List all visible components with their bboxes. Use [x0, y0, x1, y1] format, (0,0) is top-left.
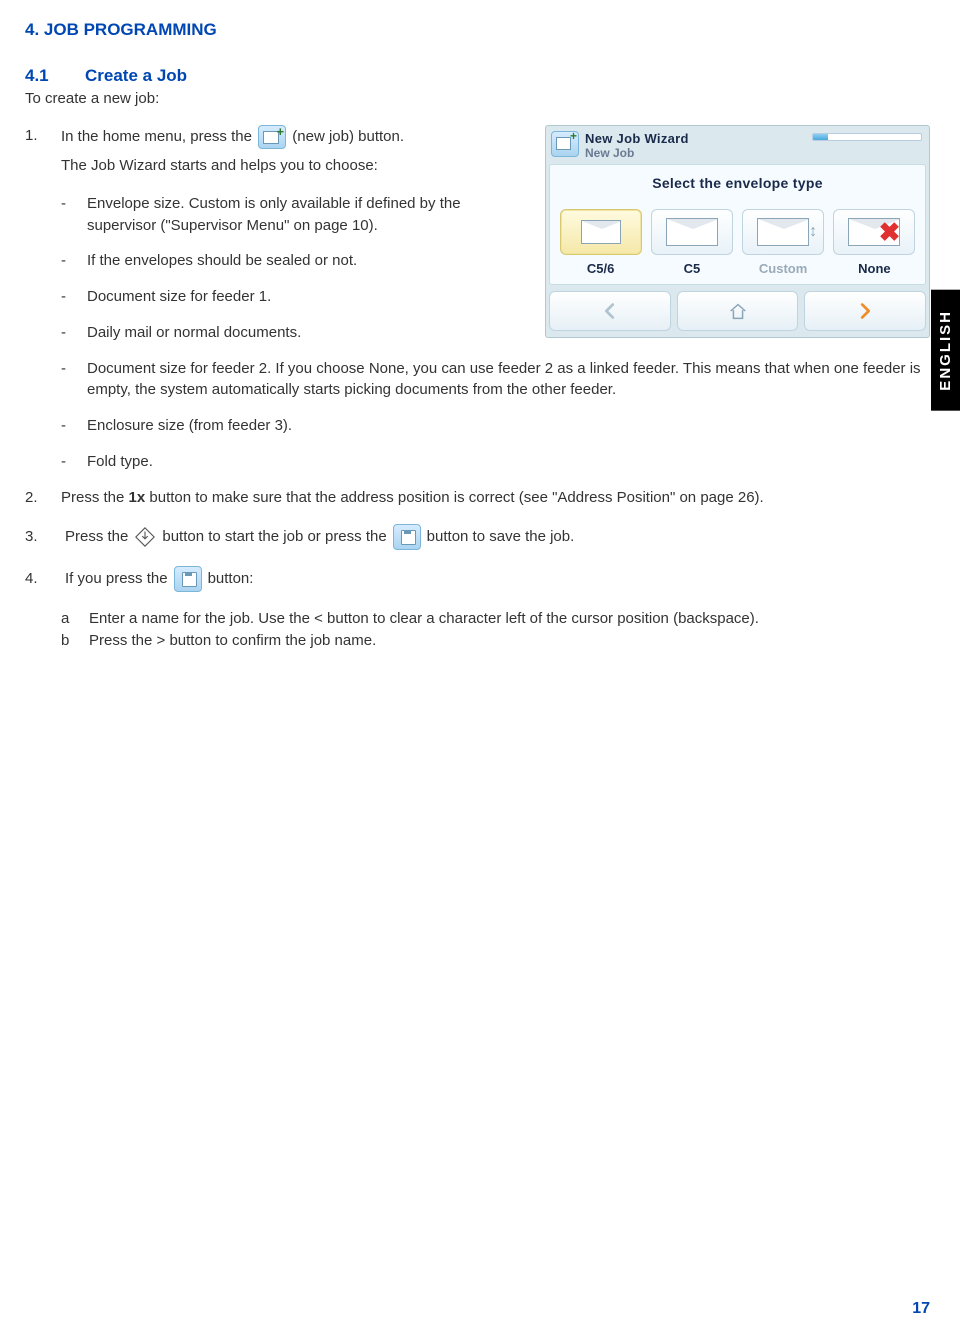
step1-text-b: (new job) button.	[292, 128, 404, 145]
save-icon	[393, 524, 421, 550]
envelope-icon	[581, 220, 621, 244]
page-number: 17	[912, 1300, 930, 1318]
step-number: 2.	[25, 487, 61, 509]
x-icon: ✖	[879, 217, 901, 248]
step-number: 1.	[25, 125, 61, 147]
wizard-subtitle: New Job	[585, 146, 812, 160]
start-icon	[134, 526, 156, 548]
bullet-feeder2: Document size for feeder 2. If you choos…	[87, 358, 930, 402]
wizard-new-job-icon	[551, 131, 579, 157]
step2-text-a: Press the	[61, 489, 129, 506]
step4-text-b: button:	[208, 568, 254, 590]
wizard-title: New Job Wizard	[585, 131, 812, 146]
chevron-right-icon	[854, 300, 876, 322]
subsection-title: Create a Job	[85, 66, 187, 85]
step4-sub-a: Enter a name for the job. Use the < butt…	[89, 608, 930, 630]
wizard-progress-bar	[812, 133, 922, 141]
wizard-screenshot: New Job Wizard New Job Select the envelo…	[545, 125, 930, 338]
envelope-option-custom[interactable]: ↕	[742, 209, 824, 255]
section-heading: 4. JOB PROGRAMMING	[25, 20, 930, 40]
bullet-fold: Fold type.	[87, 451, 930, 473]
step2-bold: 1x	[129, 489, 146, 506]
wizard-prompt: Select the envelope type	[556, 175, 919, 191]
bullet-feeder1: Document size for feeder 1.	[87, 286, 465, 308]
resize-arrow-icon: ↕	[809, 223, 817, 241]
bullet-sealed: If the envelopes should be sealed or not…	[87, 250, 465, 272]
step2-text-b: button to make sure that the address pos…	[145, 489, 764, 506]
substep-letter: b	[61, 630, 89, 652]
step1-text-a: In the home menu, press the	[61, 128, 252, 145]
step4-sub-b: Press the > button to confirm the job na…	[89, 630, 930, 652]
wizard-next-button[interactable]	[804, 291, 926, 331]
envelope-option-c5[interactable]	[651, 209, 733, 255]
intro-text: To create a new job:	[25, 90, 930, 107]
envelope-label-c56: C5/6	[558, 261, 643, 276]
envelope-label-c5: C5	[649, 261, 734, 276]
bullet-enclosure: Enclosure size (from feeder 3).	[87, 415, 930, 437]
envelope-label-none: None	[832, 261, 917, 276]
substep-letter: a	[61, 608, 89, 630]
wizard-back-button[interactable]	[549, 291, 671, 331]
envelope-label-custom: Custom	[741, 261, 826, 276]
envelope-icon	[666, 218, 718, 246]
bullet-envelope-size: Envelope size. Custom is only available …	[87, 193, 465, 237]
step3-text-b: button to start the job or press the	[162, 526, 386, 548]
home-icon	[727, 300, 749, 322]
envelope-option-none[interactable]: ✖	[833, 209, 915, 255]
new-job-icon	[258, 125, 286, 149]
save-icon	[174, 566, 202, 592]
step-number: 3.	[25, 526, 61, 548]
bullet-daily-mail: Daily mail or normal documents.	[87, 322, 465, 344]
step4-text-a: If you press the	[65, 568, 168, 590]
step3-text-c: button to save the job.	[427, 526, 575, 548]
step-number: 4.	[25, 568, 61, 590]
envelope-option-c56[interactable]	[560, 209, 642, 255]
subsection-number: 4.1	[25, 66, 85, 86]
step3-text-a: Press the	[65, 526, 128, 548]
step1-text-c: The Job Wizard starts and helps you to c…	[61, 155, 465, 177]
envelope-icon	[757, 218, 809, 246]
chevron-left-icon	[599, 300, 621, 322]
language-tab: ENGLISH	[931, 290, 960, 411]
wizard-home-button[interactable]	[677, 291, 799, 331]
